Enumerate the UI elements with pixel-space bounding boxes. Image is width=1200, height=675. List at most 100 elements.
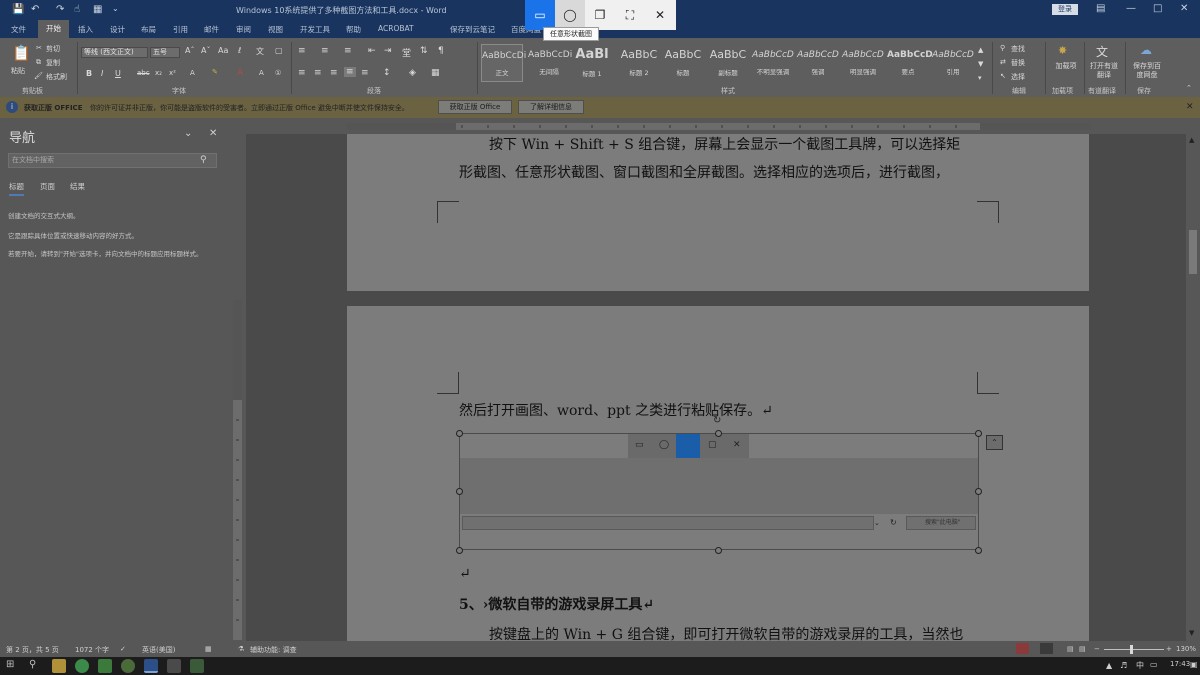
enclose-char-icon[interactable]: ① — [275, 69, 281, 77]
style-heading-1[interactable]: AaBl 标题 1 — [571, 44, 613, 82]
file-explorer-icon[interactable] — [52, 659, 66, 673]
increase-indent-icon[interactable]: ⇥ — [384, 46, 392, 56]
embedded-screenshot[interactable]: ▭ ◯ ▢ ✕ ⌄ ↻ 搜索"此电脑" ↻ — [456, 415, 982, 554]
font-size-combo[interactable]: 五号 — [150, 47, 180, 58]
body-paragraph[interactable]: 形截图、任意形状截图、窗口截图和全屏截图。选择相应的选项后，进行截图， — [459, 162, 949, 182]
multilevel-list-icon[interactable]: ≡ — [344, 46, 352, 56]
tab-references[interactable]: 引用 — [173, 24, 188, 35]
touch-mode-icon[interactable]: ☝ — [74, 4, 80, 15]
zoom-in-icon[interactable]: + — [1166, 645, 1172, 653]
style-subtitle[interactable]: AaBbC 副标题 — [707, 44, 749, 82]
app-icon[interactable] — [190, 659, 204, 673]
style-title[interactable]: AaBbC 标题 — [662, 44, 704, 82]
tab-design[interactable]: 设计 — [110, 24, 125, 35]
select-button[interactable]: 选择 — [1011, 72, 1025, 82]
minimize-icon[interactable]: — — [1126, 3, 1136, 14]
tab-developer[interactable]: 开发工具 — [300, 24, 330, 35]
zoom-level[interactable]: 130% — [1176, 645, 1196, 653]
language-indicator[interactable]: 英语(美国) — [142, 645, 175, 655]
rotate-handle-icon[interactable]: ↻ — [713, 415, 721, 426]
horizontal-ruler[interactable] — [229, 118, 1200, 134]
tab-mailings[interactable]: 邮件 — [204, 24, 219, 35]
strikethrough-icon[interactable]: abc — [137, 69, 150, 77]
tab-layout[interactable]: 布局 — [141, 24, 156, 35]
learn-more-button[interactable]: 了解详细信息 — [518, 100, 584, 114]
nav-options-icon[interactable]: ⌄ — [184, 128, 192, 139]
font-shrink-icon[interactable]: Aˇ — [201, 46, 210, 55]
sort-icon[interactable]: ⇅ — [420, 46, 428, 56]
close-icon[interactable]: ✕ — [1180, 3, 1188, 14]
tab-view[interactable]: 视图 — [268, 24, 283, 35]
quick-access-more-icon[interactable]: ⌄ — [112, 4, 119, 13]
char-shading-icon[interactable]: A — [259, 69, 264, 77]
save-icon[interactable]: 💾 — [12, 4, 24, 15]
text-effects-icon[interactable]: A — [190, 69, 195, 77]
app-icon[interactable] — [167, 659, 181, 673]
distributed-icon[interactable]: ≡ — [361, 68, 369, 78]
restore-icon[interactable]: □ — [1153, 3, 1162, 14]
scroll-down-icon[interactable]: ▼ — [1189, 629, 1194, 637]
undo-icon[interactable]: ↶ — [31, 4, 39, 15]
text-predictions-icon[interactable]: ▦ — [205, 645, 212, 653]
accessibility-status[interactable]: 辅助功能: 调查 — [250, 645, 297, 655]
collapse-ribbon-icon[interactable]: ⌃ — [1186, 84, 1192, 92]
fullscreen-snip-icon[interactable]: ⛶ — [615, 0, 645, 30]
replace-button[interactable]: 替换 — [1011, 58, 1025, 68]
styles-more-icon[interactable]: ▾ — [978, 74, 982, 82]
cut-icon[interactable]: ✂ — [36, 44, 42, 52]
copy-button[interactable]: 复制 — [46, 58, 60, 68]
body-paragraph[interactable]: 然后打开画图、word、ppt 之类进行粘贴保存。↵ — [459, 400, 773, 420]
style-intense-emphasis[interactable]: AaBbCcD 明显强调 — [842, 44, 884, 82]
body-paragraph[interactable]: 按键盘上的 Win + G 组合键，即可打开微软自带的游戏录屏的工具，当然也 — [489, 624, 963, 641]
paste-icon[interactable]: 📋 — [12, 44, 31, 62]
read-mode-icon[interactable] — [1040, 643, 1053, 654]
tab-cloud-notes[interactable]: 保存到云笔记 — [450, 24, 495, 35]
word-icon[interactable] — [144, 659, 158, 673]
tab-acrobat[interactable]: ACROBAT — [378, 24, 414, 33]
ime-indicator[interactable]: 中 — [1136, 660, 1144, 671]
phonetic-guide-icon[interactable]: 文 — [256, 46, 264, 57]
resize-handle[interactable] — [456, 430, 463, 437]
save-to-baidu-button[interactable]: 保存到百度网盘 — [1130, 62, 1164, 80]
nav-close-icon[interactable]: ✕ — [209, 128, 217, 139]
volume-icon[interactable]: ♬ — [1120, 661, 1127, 670]
zoom-out-icon[interactable]: − — [1094, 645, 1100, 653]
chrome-icon[interactable] — [121, 659, 135, 673]
highlight-icon[interactable]: ✎ — [212, 68, 218, 76]
tab-help[interactable]: 帮助 — [346, 24, 361, 35]
style-no-spacing[interactable]: AaBbCcDi 无间隔 — [528, 44, 572, 82]
vertical-ruler[interactable] — [230, 300, 246, 640]
numbering-icon[interactable]: ≡ — [321, 46, 329, 56]
nav-tab-headings[interactable]: 标题 — [9, 181, 24, 196]
search-icon[interactable]: ⚲ — [29, 659, 36, 670]
font-name-combo[interactable]: 等线 (西文正文) — [81, 47, 148, 58]
page-count[interactable]: 第 2 页，共 5 页 — [6, 645, 59, 655]
window-snip-icon[interactable]: ❐ — [585, 0, 615, 30]
cut-button[interactable]: 剪切 — [46, 44, 60, 54]
style-subtle-emphasis[interactable]: AaBbCcD 不明显强调 — [752, 44, 794, 82]
style-normal[interactable]: AaBbCcDi 正文 — [481, 44, 526, 82]
justify-icon[interactable]: ≡ — [344, 67, 356, 77]
baidu-pan-icon[interactable]: ☁ — [1140, 43, 1152, 57]
align-left-icon[interactable]: ≡ — [298, 68, 306, 78]
style-emphasis[interactable]: AaBbCcD 强调 — [797, 44, 839, 82]
scrollbar-thumb[interactable] — [1189, 230, 1197, 274]
zoom-slider-thumb[interactable] — [1130, 645, 1133, 654]
italic-icon[interactable]: I — [101, 69, 103, 78]
resize-handle[interactable] — [975, 488, 982, 495]
notification-icon[interactable]: ▣ — [1190, 660, 1198, 669]
document-canvas[interactable]: 按下 Win + Shift + S 组合键，屏幕上会显示一个截图工具牌，可以选… — [246, 134, 1186, 641]
select-icon[interactable]: ↖ — [1000, 72, 1006, 80]
decrease-indent-icon[interactable]: ⇤ — [368, 46, 376, 56]
focus-mode-icon[interactable] — [1016, 643, 1029, 654]
start-icon[interactable]: ⊞ — [6, 659, 14, 670]
style-quote[interactable]: AaBbCcD 引用 — [932, 44, 974, 82]
rectangle-snip-icon[interactable]: ▭ — [525, 0, 555, 30]
tab-insert[interactable]: 插入 — [78, 24, 93, 35]
format-painter-button[interactable]: 格式刷 — [46, 72, 67, 82]
vertical-scrollbar[interactable]: ▲ ▼ — [1186, 134, 1200, 641]
change-case-icon[interactable]: Aa — [218, 46, 228, 55]
body-paragraph[interactable]: 按下 Win + Shift + S 组合键，屏幕上会显示一个截图工具牌，可以选… — [489, 134, 960, 154]
align-right-icon[interactable]: ≡ — [330, 68, 338, 78]
resize-handle[interactable] — [715, 547, 722, 554]
